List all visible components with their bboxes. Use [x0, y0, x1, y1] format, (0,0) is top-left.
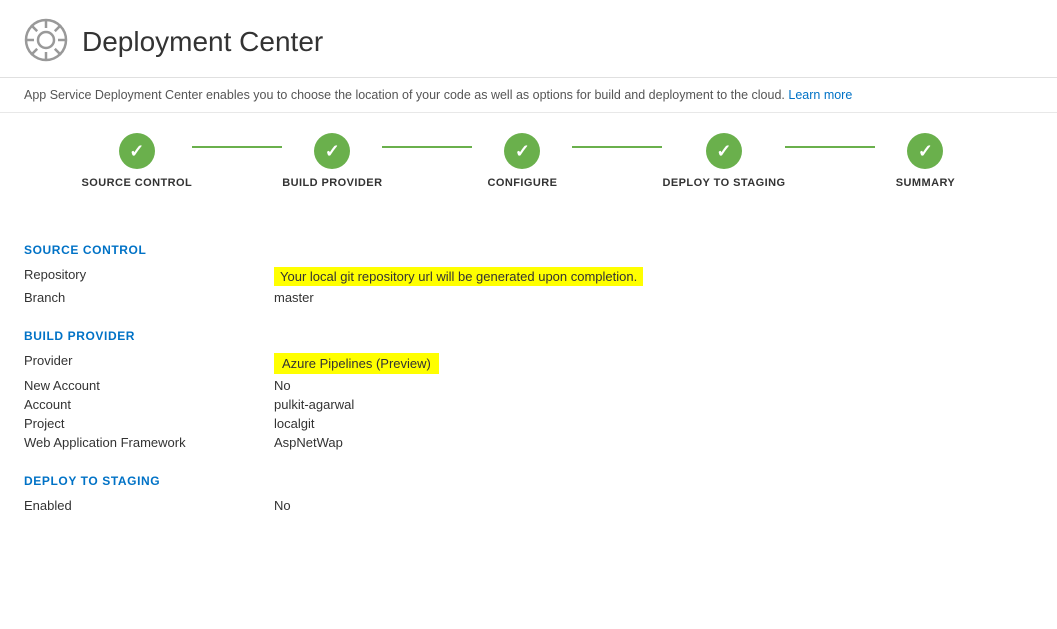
- field-value-new-account: No: [274, 378, 291, 393]
- repository-value-highlighted: Your local git repository url will be ge…: [274, 267, 643, 286]
- step-circle-deploy-staging: [706, 133, 742, 169]
- field-value-repository: Your local git repository url will be ge…: [274, 267, 643, 286]
- section-build-provider: BUILD PROVIDER Provider Azure Pipelines …: [24, 329, 1033, 450]
- field-label-account: Account: [24, 397, 274, 412]
- field-value-provider: Azure Pipelines (Preview): [274, 353, 439, 374]
- connector-3: [572, 146, 662, 148]
- step-configure: CONFIGURE: [472, 133, 572, 189]
- subtitle-bar: App Service Deployment Center enables yo…: [0, 78, 1057, 113]
- field-row-branch: Branch master: [24, 290, 1033, 305]
- subtitle-text: App Service Deployment Center enables yo…: [24, 88, 785, 102]
- section-source-control: SOURCE CONTROL Repository Your local git…: [24, 243, 1033, 305]
- steps-progress: SOURCE CONTROL BUILD PROVIDER CONFIGURE …: [0, 113, 1057, 219]
- step-deploy-staging: DEPLOY TO STAGING: [662, 133, 785, 189]
- field-value-account: pulkit-agarwal: [274, 397, 354, 412]
- field-value-branch: master: [274, 290, 314, 305]
- main-content: SOURCE CONTROL Repository Your local git…: [0, 219, 1057, 561]
- provider-value-highlighted: Azure Pipelines (Preview): [274, 353, 439, 374]
- step-label-source-control: SOURCE CONTROL: [82, 177, 193, 189]
- step-source-control: SOURCE CONTROL: [82, 133, 193, 189]
- field-label-new-account: New Account: [24, 378, 274, 393]
- section-title-deploy-staging: DEPLOY TO STAGING: [24, 474, 1033, 488]
- field-value-web-app-framework: AspNetWap: [274, 435, 343, 450]
- step-label-build-provider: BUILD PROVIDER: [282, 177, 382, 189]
- field-row-account: Account pulkit-agarwal: [24, 397, 1033, 412]
- step-summary: SUMMARY: [875, 133, 975, 189]
- field-label-repository: Repository: [24, 267, 274, 286]
- gear-icon: [24, 18, 68, 65]
- step-circle-source-control: [119, 133, 155, 169]
- field-value-enabled: No: [274, 498, 291, 513]
- page-title: Deployment Center: [82, 26, 323, 58]
- field-label-web-app-framework: Web Application Framework: [24, 435, 274, 450]
- field-row-enabled: Enabled No: [24, 498, 1033, 513]
- field-row-project: Project localgit: [24, 416, 1033, 431]
- step-label-deploy-staging: DEPLOY TO STAGING: [662, 177, 785, 189]
- field-row-provider: Provider Azure Pipelines (Preview): [24, 353, 1033, 374]
- field-label-branch: Branch: [24, 290, 274, 305]
- step-circle-configure: [504, 133, 540, 169]
- section-deploy-staging: DEPLOY TO STAGING Enabled No: [24, 474, 1033, 513]
- step-build-provider: BUILD PROVIDER: [282, 133, 382, 189]
- connector-4: [785, 146, 875, 148]
- field-row-web-app-framework: Web Application Framework AspNetWap: [24, 435, 1033, 450]
- connector-1: [192, 146, 282, 148]
- step-label-configure: CONFIGURE: [487, 177, 557, 189]
- step-circle-summary: [907, 133, 943, 169]
- section-title-source-control: SOURCE CONTROL: [24, 243, 1033, 257]
- page-header: Deployment Center: [0, 0, 1057, 78]
- field-label-project: Project: [24, 416, 274, 431]
- step-label-summary: SUMMARY: [896, 177, 956, 189]
- connector-2: [382, 146, 472, 148]
- step-circle-build-provider: [314, 133, 350, 169]
- field-row-repository: Repository Your local git repository url…: [24, 267, 1033, 286]
- steps-group: SOURCE CONTROL BUILD PROVIDER CONFIGURE …: [82, 133, 976, 189]
- learn-more-link[interactable]: Learn more: [788, 88, 852, 102]
- section-title-build-provider: BUILD PROVIDER: [24, 329, 1033, 343]
- field-value-project: localgit: [274, 416, 314, 431]
- field-label-provider: Provider: [24, 353, 274, 374]
- field-row-new-account: New Account No: [24, 378, 1033, 393]
- field-label-enabled: Enabled: [24, 498, 274, 513]
